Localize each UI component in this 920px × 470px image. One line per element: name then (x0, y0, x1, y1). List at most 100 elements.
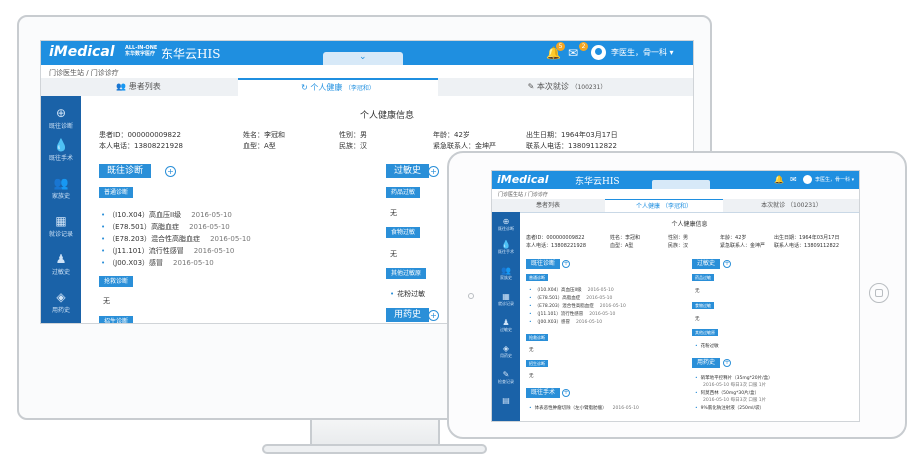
allergy-header: 过敏史 (692, 259, 721, 269)
emergency-contact: 紧急联系人：金坤严 (720, 243, 766, 249)
tab-personal-health[interactable]: 个人健康 （李冠和） (605, 199, 723, 212)
med-detail: 2016-05-10 每日3次 口服 1片 (703, 383, 767, 388)
camera-dot (468, 293, 474, 299)
monitor-base (262, 444, 487, 454)
sidebar-item-allergy[interactable]: ♟ 过敏史 (41, 252, 81, 276)
list-item: • （E78.203）混合性高脂血症 2016-05-10 (101, 235, 251, 243)
top-bar: iMedical ALL-IN-ONE 东华数字医疗 东华云HIS ⌄ 🔔 5 ✉… (41, 41, 693, 65)
collapse-toggle[interactable] (652, 180, 710, 189)
sidebar-item-past-diagnosis[interactable]: ⊕ 既往诊断 (492, 217, 520, 232)
other-allergy-tag: 其他过敏原 (692, 329, 718, 336)
patient-ethnic: 民族：汉 (339, 142, 367, 150)
product-name: 东华云HIS (161, 47, 221, 61)
page-title: 个人健康信息 (359, 111, 414, 121)
message-badge: 2 (579, 42, 588, 51)
add-surgery-icon[interactable]: + (562, 389, 570, 397)
add-medication-icon[interactable]: + (428, 310, 439, 321)
sidebar-item-medication[interactable]: ◈ 用药史 (492, 344, 520, 359)
list-item: • （J00.X03）感冒 2016-05-10 (529, 320, 603, 325)
tab-personal-health[interactable]: ↻ 个人健康 （李冠和） (238, 78, 438, 96)
add-allergy-icon[interactable]: + (428, 166, 439, 177)
bell-icon[interactable]: 🔔 (774, 175, 784, 184)
list-item: • （E78.203）混合性高脂血症 2016-05-10 (529, 304, 626, 309)
sidebar-item-medication[interactable]: ◈ 用药史 (41, 290, 81, 314)
chevron-down-icon: ⌄ (359, 52, 367, 62)
list-item: • 9%氯化钠注射液（250ml/袋） (695, 406, 765, 411)
past-diagnosis-header: 既往诊断 (99, 164, 152, 178)
medication-header: 用药史 (692, 358, 721, 368)
patient-name: 姓名：李冠和 (610, 235, 641, 241)
list-item: • （J00.X03）感冒 2016-05-10 (101, 259, 214, 267)
main-content: 个人健康信息 患者ID：000000009822 姓名：李冠和 性别：男 年龄：… (520, 212, 859, 421)
breadcrumb: 门诊医生站 / 门诊诊疗 (498, 192, 548, 198)
list-item: • 体表恶性肿瘤切除（左小臂脂肪瘤） 2016-05-10 (529, 406, 639, 411)
add-diagnosis-icon[interactable]: + (165, 166, 176, 177)
breadcrumb: 门诊医生站 / 门诊诊疗 (49, 69, 119, 77)
pill-icon: ◈ (56, 290, 66, 304)
add-diagnosis-icon[interactable]: + (562, 260, 570, 268)
patient-id: 患者ID：000000009822 (526, 235, 585, 241)
past-surgery-header: 既往手术 (526, 388, 561, 398)
logo: iMedical (49, 44, 115, 60)
mail-icon[interactable]: ✉ (568, 46, 578, 60)
patient-gender: 性别：男 (339, 131, 367, 139)
notification-badge: 5 (556, 42, 565, 51)
calendar-icon: ▦ (55, 214, 67, 228)
sidebar-item-past-surgery[interactable]: 💧 既往手术 (492, 240, 520, 255)
list-item: • （I10.X04）高血压II级 2016-05-10 (529, 288, 614, 293)
user-menu[interactable]: 李医生，骨一科 ▾ (611, 47, 674, 58)
emergency-contact: 紧急联系人：金坤严 (433, 142, 496, 150)
drug-allergy-tag: 药品过敏 (692, 274, 714, 281)
tab-patient-list[interactable]: 👥 患者列表 (41, 78, 236, 96)
contact-phone: 联系人电话：13809112822 (774, 243, 840, 249)
tab-current-visit[interactable]: ✎ 本次就诊 （100231） (441, 78, 693, 96)
list-item: • （J11.101）流行性感冒 2016-05-10 (101, 247, 235, 255)
list-item: • 硝苯地平控释片（35mg*20片/盒） (695, 376, 773, 381)
patient-ethnic: 民族：汉 (668, 243, 689, 249)
sidebar-item-family-history[interactable]: 👥 家族史 (492, 266, 520, 281)
family-icon: 👥 (53, 176, 69, 190)
add-allergy-icon[interactable]: + (723, 260, 731, 268)
user-menu[interactable]: 李医生，骨一科 ▾ (815, 176, 854, 183)
patient-birth: 出生日期：1964年03月17日 (526, 131, 618, 139)
rescue-diagnosis-tag: 抢救诊断 (526, 334, 548, 341)
mail-icon[interactable]: ✉ (790, 175, 797, 184)
sidebar-item-visit-records[interactable]: ▦ 就诊记录 (41, 214, 81, 238)
sidebar-item-allergy[interactable]: ♟ 过敏史 (492, 318, 520, 333)
list-item: • 花粉过敏 (695, 344, 719, 349)
food-allergy-none: 无 (695, 317, 700, 322)
patient-phone: 本人电话：13808221928 (526, 243, 587, 249)
drug-allergy-tag: 药品过敏 (386, 187, 421, 198)
normal-diagnosis-tag: 普通诊断 (526, 274, 548, 281)
allergy-icon: ♟ (55, 252, 67, 266)
patient-phone: 本人电话：13808221928 (99, 142, 183, 150)
patient-blood: 血型：A型 (610, 243, 634, 249)
avatar[interactable] (803, 175, 812, 184)
collapse-toggle[interactable]: ⌄ (323, 52, 403, 65)
sidebar-item-more[interactable]: ▤ (492, 396, 520, 405)
patient-gender: 性别：男 (668, 235, 689, 241)
contact-phone: 联系人电话：13809112822 (526, 142, 617, 150)
sidebar-item-past-surgery[interactable]: 💧 既往手术 (41, 138, 81, 162)
list-item: • （I10.X04）高血压II级 2016-05-10 (101, 211, 232, 219)
sidebar-item-exam-records[interactable]: ✎ 检查记录 (492, 370, 520, 385)
sidebar-item-past-diagnosis[interactable]: ⊕ 既往诊断 (41, 106, 81, 130)
sidebar: ⊕ 既往诊断 💧 既往手术 👥 家族史 ▦ 就诊记录 ♟ 过敏史 ◈ 用药史 (41, 96, 81, 323)
food-allergy-tag: 食物过敏 (692, 302, 714, 309)
sidebar-item-visit-records[interactable]: ▦ 就诊记录 (492, 292, 520, 307)
tab-patient-list[interactable]: 患者列表 (492, 199, 604, 212)
medication-header: 用药史 (386, 308, 430, 322)
patient-id: 患者ID：000000009822 (99, 131, 181, 139)
avatar[interactable] (591, 45, 606, 60)
patient-age: 年龄：42岁 (433, 131, 470, 139)
rescue-none: 无 (529, 348, 534, 353)
tab-bar: 患者列表 个人健康 （李冠和） 本次就诊 （100231） (492, 199, 859, 213)
sidebar-item-family-history[interactable]: 👥 家族史 (41, 176, 81, 200)
add-medication-icon[interactable]: + (723, 359, 731, 367)
tab-current-visit[interactable]: 本次就诊 （100231） (724, 199, 859, 212)
plus-circle-icon: ⊕ (55, 106, 67, 120)
logo: iMedical (497, 173, 549, 186)
food-allergy-none: 无 (390, 250, 397, 258)
med-detail: 2016-05-10 每日3次 口服 1片 (703, 398, 767, 403)
top-bar: iMedical 东华云HIS 🔔 ✉ 李医生，骨一科 ▾ (492, 171, 859, 189)
